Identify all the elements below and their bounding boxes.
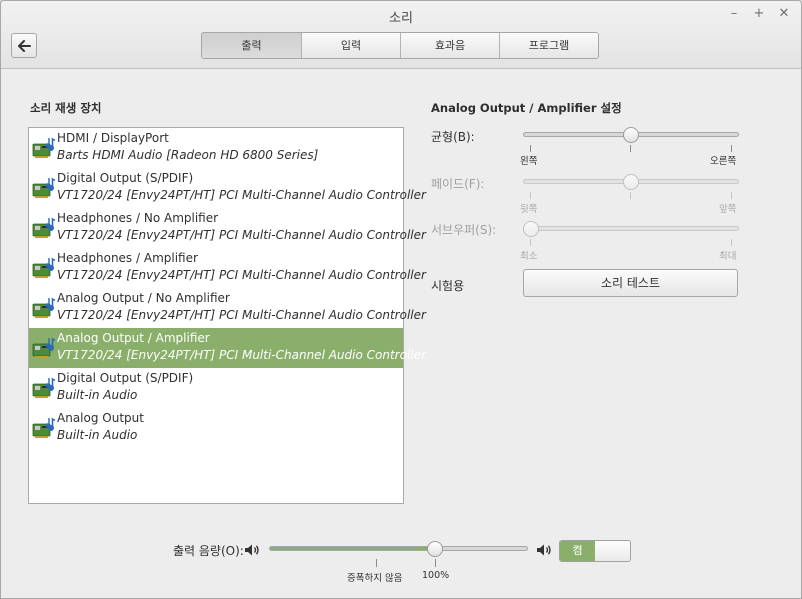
- device-item[interactable]: Headphones / Amplifier VT1720/24 [Envy24…: [29, 248, 426, 288]
- back-button[interactable]: [11, 33, 37, 58]
- balance-right-label: 오른쪽: [710, 156, 737, 167]
- maximize-icon[interactable]: +: [750, 5, 768, 23]
- fade-label: 페이드(F):: [431, 177, 485, 191]
- sound-settings-window: 소리 – + ✕ 출력 입력 효과음 프로그램 소리 재생 장치 HDMI / …: [0, 0, 802, 599]
- tab-input[interactable]: 입력: [301, 33, 400, 58]
- balance-slider-handle[interactable]: [623, 127, 639, 143]
- slider-tick: [376, 559, 377, 567]
- sound-test-button[interactable]: 소리 테스트: [523, 269, 738, 297]
- slider-tick: [530, 239, 531, 246]
- device-description: VT1720/24 [Envy24PT/HT] PCI Multi-Channe…: [57, 268, 426, 282]
- slider-tick: [435, 559, 436, 567]
- sound-card-icon: [32, 336, 56, 360]
- balance-label: 균형(B):: [431, 130, 475, 144]
- balance-left-label: 왼쪽: [520, 156, 538, 167]
- fade-rear-label: 뒷쪽: [520, 204, 538, 215]
- sound-card-icon: [32, 256, 56, 280]
- volume-100-tick-label: 100%: [422, 570, 450, 581]
- close-icon[interactable]: ✕: [775, 5, 793, 23]
- device-name: Analog Output / Amplifier: [57, 331, 210, 345]
- device-item[interactable]: Analog Output / No Amplifier VT1720/24 […: [29, 288, 426, 328]
- subwoofer-max-label: 최대: [719, 251, 737, 262]
- device-name: Headphones / Amplifier: [57, 251, 198, 265]
- tab-sound-effects[interactable]: 효과음: [400, 33, 499, 58]
- output-volume-slider-track[interactable]: [269, 546, 528, 551]
- device-description: Built-in Audio: [57, 388, 138, 402]
- fade-front-label: 앞쪽: [719, 204, 737, 215]
- window-title: 소리: [389, 11, 413, 26]
- devices-section-title: 소리 재생 장치: [30, 101, 102, 115]
- fade-slider-handle[interactable]: [623, 174, 639, 190]
- device-item[interactable]: Headphones / No Amplifier VT1720/24 [Env…: [29, 208, 426, 248]
- subwoofer-label: 서브우퍼(S):: [431, 223, 497, 237]
- subwoofer-slider-track[interactable]: [523, 226, 739, 231]
- device-name: Analog Output: [57, 411, 144, 425]
- device-description: VT1720/24 [Envy24PT/HT] PCI Multi-Channe…: [57, 348, 426, 362]
- slider-tick: [731, 145, 732, 152]
- device-description: Barts HDMI Audio [Radeon HD 6800 Series]: [57, 148, 319, 162]
- slider-tick: [630, 145, 631, 152]
- output-volume-fill: [270, 547, 436, 550]
- volume-high-icon[interactable]: [536, 543, 553, 557]
- device-name: Headphones / No Amplifier: [57, 211, 219, 225]
- subwoofer-slider-handle[interactable]: [523, 221, 539, 237]
- output-mute-toggle[interactable]: 켬: [559, 540, 631, 562]
- tab-bar: 출력 입력 효과음 프로그램: [201, 32, 599, 59]
- slider-tick: [630, 192, 631, 199]
- slider-tick: [731, 239, 732, 246]
- test-label: 시험용: [431, 279, 465, 293]
- slider-tick: [731, 192, 732, 199]
- tab-applications[interactable]: 프로그램: [499, 33, 598, 58]
- device-name: HDMI / DisplayPort: [57, 131, 169, 145]
- sound-card-icon: [32, 416, 56, 440]
- device-name: Digital Output (S/PDIF): [57, 371, 194, 385]
- sound-card-icon: [32, 216, 56, 240]
- device-description: VT1720/24 [Envy24PT/HT] PCI Multi-Channe…: [57, 308, 426, 322]
- toggle-handle: [595, 541, 630, 561]
- volume-low-icon[interactable]: [244, 543, 261, 557]
- output-volume-slider-handle[interactable]: [426, 541, 443, 557]
- device-item[interactable]: HDMI / DisplayPort Barts HDMI Audio [Rad…: [29, 128, 403, 168]
- minimize-icon[interactable]: –: [725, 5, 743, 23]
- subwoofer-min-label: 최소: [520, 251, 538, 262]
- device-description: VT1720/24 [Envy24PT/HT] PCI Multi-Channe…: [57, 188, 426, 202]
- device-name: Analog Output / No Amplifier: [57, 291, 230, 305]
- sound-card-icon: [32, 176, 56, 200]
- slider-tick: [530, 192, 531, 199]
- slider-tick: [530, 145, 531, 152]
- settings-section-title: Analog Output / Amplifier 설정: [431, 101, 622, 115]
- device-item-selected[interactable]: Analog Output / Amplifier VT1720/24 [Env…: [29, 328, 426, 368]
- device-description: VT1720/24 [Envy24PT/HT] PCI Multi-Channe…: [57, 228, 426, 242]
- back-arrow-icon: [18, 40, 31, 52]
- device-item[interactable]: Analog Output Built-in Audio: [29, 408, 403, 448]
- titlebar: 소리 – + ✕ 출력 입력 효과음 프로그램: [1, 1, 801, 69]
- device-description: Built-in Audio: [57, 428, 138, 442]
- device-name: Digital Output (S/PDIF): [57, 171, 194, 185]
- toggle-on-label: 켬: [560, 541, 596, 561]
- no-amplify-tick-label: 증폭하지 않음: [347, 573, 403, 584]
- sound-card-icon: [32, 296, 56, 320]
- device-item[interactable]: Digital Output (S/PDIF) Built-in Audio: [29, 368, 403, 408]
- tab-output[interactable]: 출력: [202, 33, 301, 58]
- sound-card-icon: [32, 376, 56, 400]
- output-volume-label: 출력 음량(O):: [173, 544, 244, 558]
- sound-card-icon: [32, 136, 56, 160]
- device-item[interactable]: Digital Output (S/PDIF) VT1720/24 [Envy2…: [29, 168, 426, 208]
- output-device-list: HDMI / DisplayPort Barts HDMI Audio [Rad…: [28, 127, 426, 504]
